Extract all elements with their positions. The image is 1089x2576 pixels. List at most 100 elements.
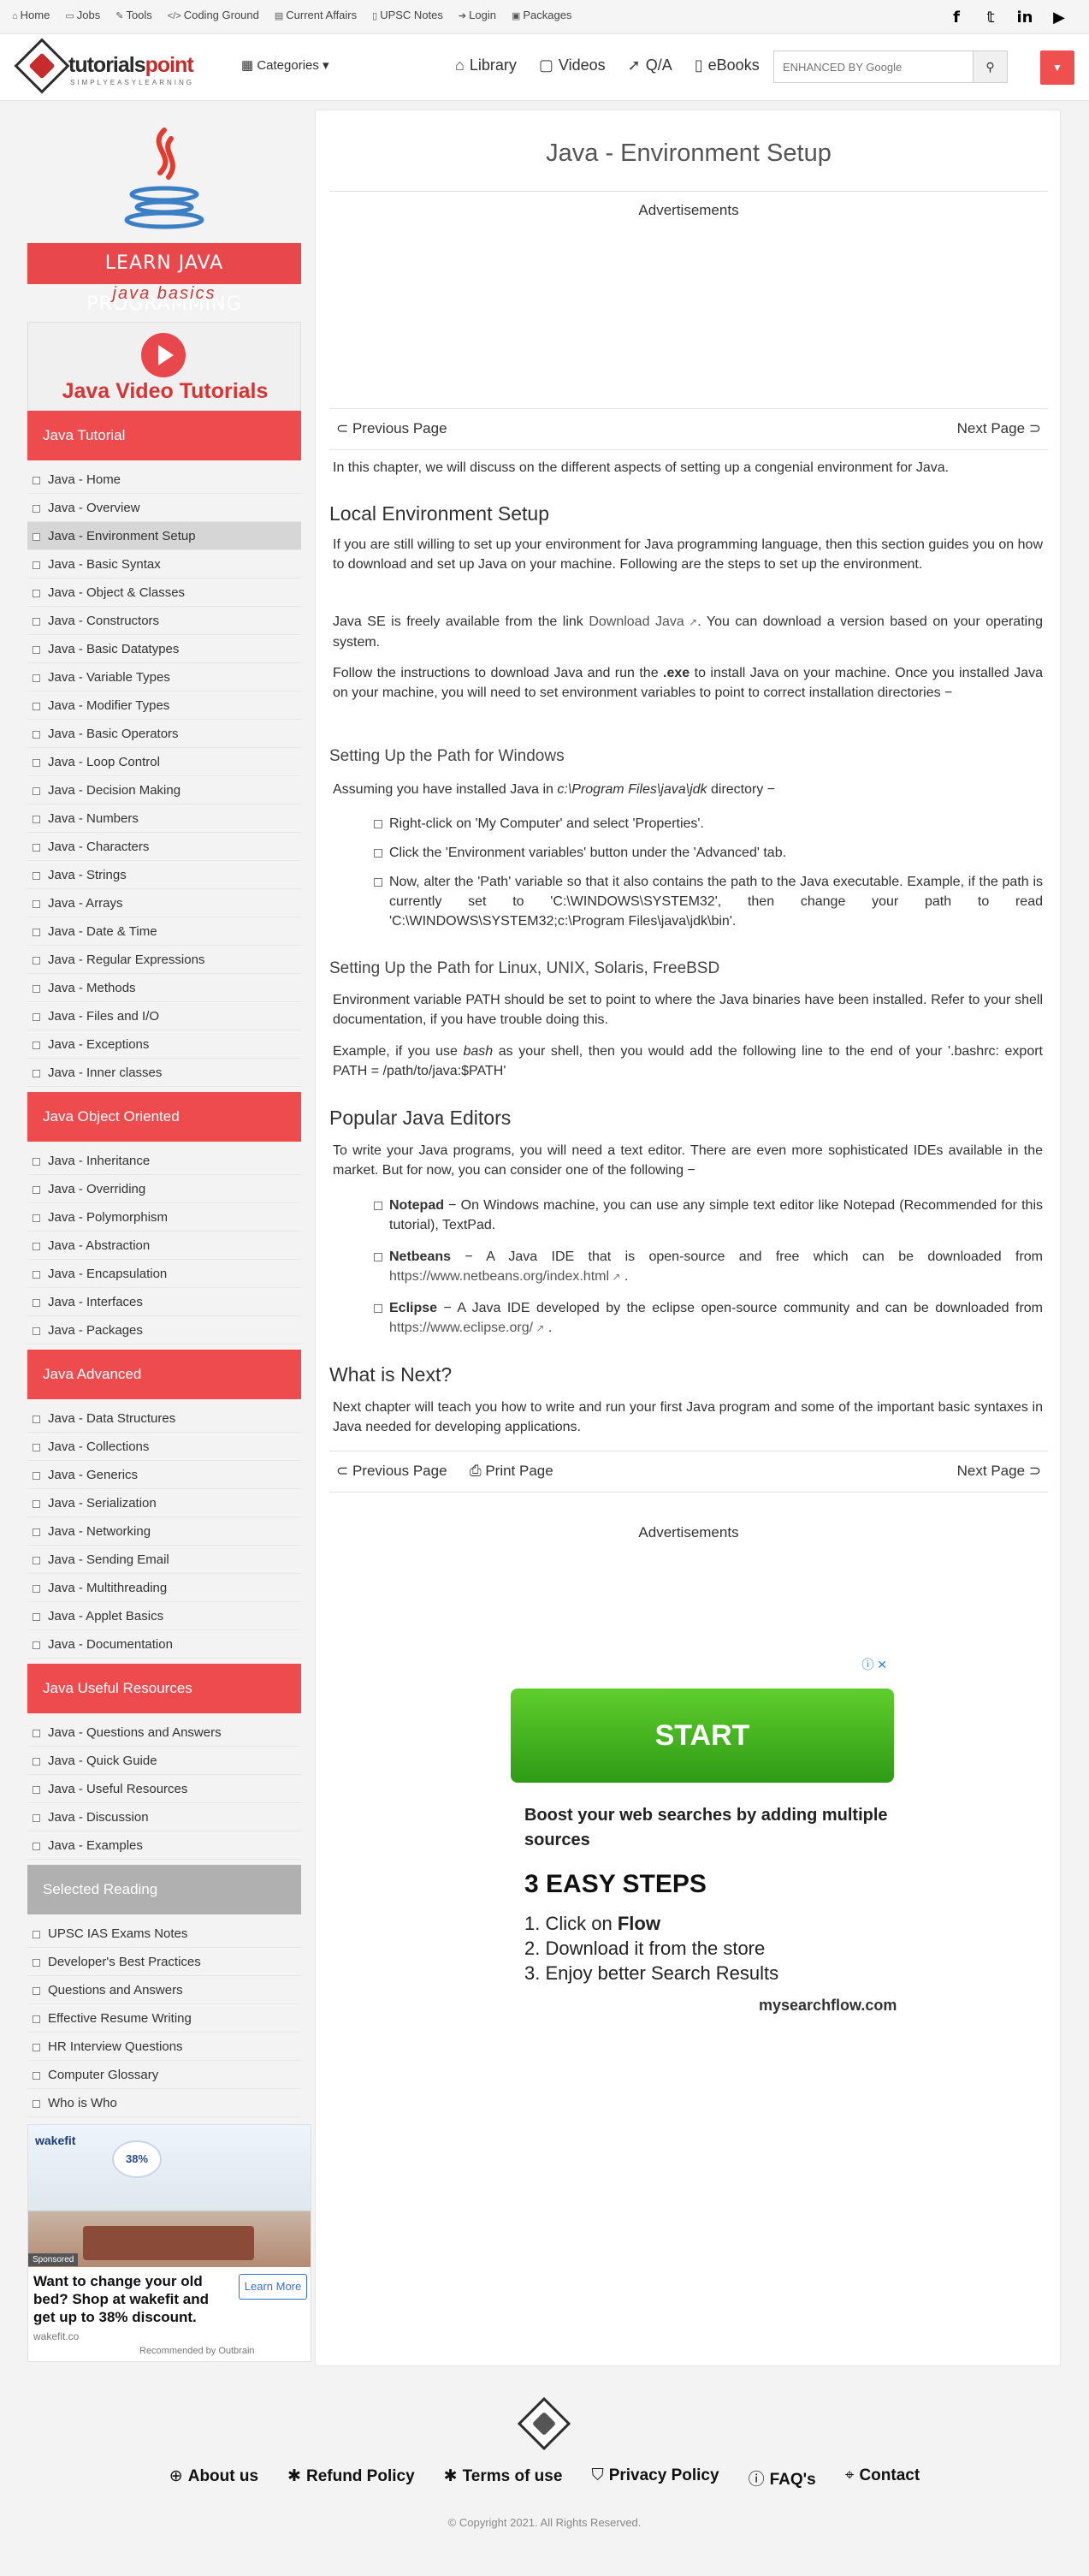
sidebar-item[interactable]: Java - Generics: [27, 1461, 301, 1489]
heading-path-windows: Setting Up the Path for Windows: [329, 747, 565, 765]
sidebar-item[interactable]: Java - Inner classes: [27, 1059, 301, 1087]
sidebar-item[interactable]: Java - Abstraction: [27, 1232, 301, 1260]
sidebar-item[interactable]: Java - Methods: [27, 974, 301, 1002]
sidebar-item[interactable]: Java - Quick Guide: [27, 1747, 301, 1775]
footer-link-terms[interactable]: ✱ Terms of use: [444, 2466, 563, 2490]
sidebar-item[interactable]: Java - Collections: [27, 1433, 301, 1461]
list-item: Eclipse − A Java IDE developed by the ec…: [374, 1298, 1043, 1338]
categories-dropdown[interactable]: ▦ Categories ▾: [241, 57, 329, 73]
sidebar-item[interactable]: Java - Overriding: [27, 1175, 301, 1203]
nav-qa[interactable]: ➚ Q/A: [628, 56, 672, 74]
sidebar-item[interactable]: Java - Strings: [27, 861, 301, 889]
sidebar-item[interactable]: Java - Object & Classes: [27, 579, 301, 607]
sidebar-item[interactable]: Java - Environment Setup: [27, 522, 301, 550]
top-link-jobs[interactable]: ▭ Jobs: [65, 9, 100, 21]
search-input[interactable]: [774, 51, 973, 82]
nav-videos[interactable]: ▢ Videos: [539, 56, 606, 74]
sidebar-item[interactable]: Java - Packages: [27, 1316, 301, 1344]
top-link-current-affairs[interactable]: ▤ Current Affairs: [275, 9, 357, 21]
sidebar-item[interactable]: Java - Exceptions: [27, 1030, 301, 1059]
sidebar-item[interactable]: Java - Date & Time: [27, 917, 301, 946]
start-button[interactable]: START: [511, 1689, 894, 1783]
sidebar-item[interactable]: UPSC IAS Exams Notes: [27, 1920, 301, 1948]
footer-link-refund[interactable]: ✱ Refund Policy: [287, 2466, 415, 2490]
netbeans-link[interactable]: https://www.netbeans.org/index.html: [389, 1269, 609, 1284]
sidebar-item[interactable]: Java - Regular Expressions: [27, 946, 301, 974]
video-tutorials-banner[interactable]: Java Video Tutorials: [27, 322, 301, 411]
sidebar-item[interactable]: Developer's Best Practices: [27, 1948, 301, 1976]
top-link-home[interactable]: ⌂ Home: [12, 9, 50, 21]
sidebar-item[interactable]: Java - Polymorphism: [27, 1203, 301, 1232]
sidebar-item[interactable]: Java - Examples: [27, 1831, 301, 1860]
eclipse-link[interactable]: https://www.eclipse.org/: [389, 1321, 533, 1335]
footer-link-contact[interactable]: ⌖ Contact: [845, 2466, 920, 2490]
external-link-icon: ↗: [533, 1322, 545, 1334]
sidebar-item[interactable]: Java - Discussion: [27, 1803, 301, 1831]
sidebar-item[interactable]: Java - Basic Syntax: [27, 550, 301, 579]
grid-icon: ▦: [241, 58, 257, 73]
twitter-icon[interactable]: 𝕥: [981, 9, 1000, 27]
top-link-coding-ground[interactable]: </> Coding Ground: [168, 9, 259, 21]
sidebar-item[interactable]: Java - Loop Control: [27, 748, 301, 776]
next-page-link[interactable]: Next Page ⊃: [957, 420, 1041, 437]
top-link-packages[interactable]: ▣ Packages: [512, 9, 572, 21]
sidebar-item[interactable]: Computer Glossary: [27, 2061, 301, 2089]
sidebar-item[interactable]: Java - Constructors: [27, 607, 301, 635]
sidebar-item[interactable]: Java - Networking: [27, 1517, 301, 1546]
sidebar-item[interactable]: Java - Overview: [27, 494, 301, 522]
sidebar-item[interactable]: Java - Multithreading: [27, 1574, 301, 1602]
sidebar-item[interactable]: Java - Serialization: [27, 1489, 301, 1517]
footer-link-about[interactable]: ⊕ About us: [169, 2466, 258, 2490]
menu-toggle-button[interactable]: ▼: [1040, 50, 1074, 85]
footer-link-privacy[interactable]: ⛉ Privacy Policy: [591, 2466, 719, 2490]
sidebar-item[interactable]: Java - Interfaces: [27, 1288, 301, 1316]
sidebar-item[interactable]: Java - Useful Resources: [27, 1775, 301, 1803]
download-java-link[interactable]: Download Java: [589, 614, 684, 629]
youtube-icon[interactable]: ▶: [1050, 9, 1068, 27]
sidebar-item[interactable]: Java - Files and I/O: [27, 1002, 301, 1030]
sidebar-item[interactable]: Java - Variable Types: [27, 663, 301, 691]
footer-logo[interactable]: [517, 2396, 571, 2451]
sidebar-item[interactable]: Java - Applet Basics: [27, 1602, 301, 1630]
sidebar-item[interactable]: Java - Inheritance: [27, 1147, 301, 1175]
facebook-icon[interactable]: f: [947, 9, 966, 27]
top-link-tools[interactable]: ✎ Tools: [115, 9, 152, 21]
bottom-ad[interactable]: ⓘ ✕ START Boost your web searches by add…: [499, 1656, 911, 2022]
sidebar-ad[interactable]: wakefit 38% Sponsored Want to change you…: [27, 2124, 311, 2362]
site-logo[interactable]: tutorialspoint SIMPLYEASYLEARNING: [14, 38, 194, 94]
sidebar-item[interactable]: Java - Questions and Answers: [27, 1718, 301, 1747]
nav-library[interactable]: ⌂ Library: [455, 56, 517, 74]
footer-link-faq[interactable]: ⓘ FAQ's: [749, 2466, 816, 2490]
ad-headline[interactable]: Want to change your old bed? Shop at wak…: [33, 2272, 222, 2326]
learn-java-banner[interactable]: LEARN JAVA PROGRAMMING: [27, 243, 301, 315]
sidebar-item[interactable]: Java - Basic Datatypes: [27, 635, 301, 663]
sidebar-item[interactable]: Java - Home: [27, 466, 301, 494]
nav-ebooks[interactable]: ▯ eBooks: [695, 56, 760, 74]
sidebar-item[interactable]: Java - Numbers: [27, 804, 301, 833]
top-link-upsc-notes[interactable]: ▯ UPSC Notes: [372, 9, 443, 21]
sidebar-item[interactable]: Java - Basic Operators: [27, 720, 301, 748]
sidebar-item[interactable]: Who is Who: [27, 2089, 301, 2117]
sidebar-item[interactable]: Java - Arrays: [27, 889, 301, 917]
top-link-login[interactable]: ➔ Login: [459, 9, 496, 21]
previous-page-link[interactable]: ⊂ Previous Page: [336, 420, 447, 437]
print-page-link[interactable]: ⎙ Print Page: [470, 1463, 553, 1480]
sidebar-item[interactable]: Java - Modifier Types: [27, 691, 301, 720]
next-page-link[interactable]: Next Page ⊃: [957, 1463, 1041, 1480]
sidebar-item[interactable]: HR Interview Questions: [27, 2033, 301, 2061]
outbrain-label[interactable]: Recommended by Outbrain: [139, 2346, 255, 2356]
previous-page-link[interactable]: ⊂ Previous Page: [336, 1463, 447, 1480]
sidebar-item[interactable]: Java - Data Structures: [27, 1404, 301, 1433]
ad-close-icon[interactable]: ⓘ ✕: [861, 1656, 887, 1673]
sidebar-item[interactable]: Java - Sending Email: [27, 1546, 301, 1574]
caret-down-icon: ▾: [318, 58, 329, 73]
sidebar-item[interactable]: Java - Decision Making: [27, 776, 301, 804]
learn-more-button[interactable]: Learn More: [239, 2274, 307, 2300]
sidebar-item[interactable]: Java - Documentation: [27, 1630, 301, 1659]
search-button[interactable]: ⚲: [973, 51, 1007, 82]
sidebar-item[interactable]: Effective Resume Writing: [27, 2004, 301, 2033]
sidebar-item[interactable]: Questions and Answers: [27, 1976, 301, 2004]
linkedin-icon[interactable]: in: [1015, 9, 1034, 27]
sidebar-item[interactable]: Java - Characters: [27, 833, 301, 861]
sidebar-item[interactable]: Java - Encapsulation: [27, 1260, 301, 1288]
